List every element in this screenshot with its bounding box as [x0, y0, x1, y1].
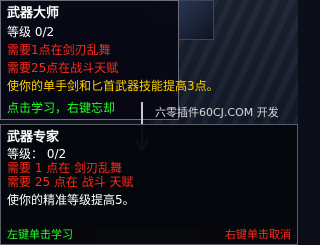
tooltip-title: 武器大师	[7, 6, 60, 21]
tooltip-rank: 等级 0/2	[7, 25, 55, 39]
tooltip-requirement-tree: 需要25点在战斗天赋	[7, 61, 119, 75]
tooltip-hint-left-click: 左键单击学习	[7, 228, 73, 241]
watermark-text: 六零插件60CJ.COM 开发	[155, 106, 279, 119]
tooltip-description: 使你的精准等级提高5。	[7, 193, 135, 207]
talent-tooltip-weapon-master: 武器大师 等级 0/2 需要1点在剑刃乱舞 需要25点在战斗天赋 使你的单手剑和…	[0, 0, 219, 120]
talent-tooltip-weapon-expert: 武器专家 等级： 0/2 需要 1 点在 剑刃乱舞 需要 25 点在 战斗 天赋…	[0, 124, 298, 245]
tooltip-hint-right-click: 右键单击取消	[225, 228, 291, 241]
tooltip-requirement-talent: 需要 1 点在 剑刃乱舞	[7, 161, 123, 175]
background-portrait	[178, 0, 214, 40]
tooltip-title: 武器专家	[7, 130, 60, 145]
game-scene: 武器大师 等级 0/2 需要1点在剑刃乱舞 需要25点在战斗天赋 使你的单手剑和…	[0, 0, 298, 245]
tooltip-hint: 点击学习，右键忘却	[7, 101, 116, 115]
tooltip-requirement-tree: 需要 25 点在 战斗 天赋	[7, 175, 134, 189]
tooltip-rank: 等级： 0/2	[7, 147, 67, 161]
tooltip-requirement-talent: 需要1点在剑刃乱舞	[7, 43, 111, 57]
tooltip-description: 使你的单手剑和匕首武器技能提高3点。	[7, 79, 219, 93]
